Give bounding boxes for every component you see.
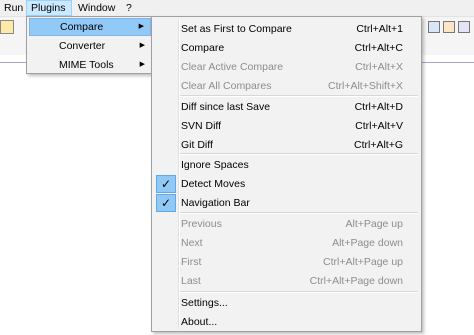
- menu-item-label: First: [181, 256, 202, 268]
- menu-run[interactable]: Run: [0, 0, 27, 16]
- compare-menu-item-compare[interactable]: Compare Ctrl+Alt+C: [154, 39, 419, 57]
- plugins-menu-item-converter[interactable]: Converter ▶: [29, 37, 151, 55]
- menu-separator: [180, 95, 418, 97]
- submenu-arrow-icon: ▶: [139, 42, 145, 49]
- compare-menu-item-set-as-first-to-compare[interactable]: Set as First to Compare Ctrl+Alt+1: [154, 20, 419, 38]
- toolbar-icon[interactable]: [443, 21, 455, 33]
- menu-item-label: Converter: [59, 40, 106, 52]
- plugins-menu-item-mime-tools[interactable]: MIME Tools ▶: [29, 56, 151, 74]
- menu-item-label: Compare: [181, 42, 225, 54]
- menu-item-shortcut: Alt+Page up: [345, 218, 403, 230]
- compare-menu-item-last[interactable]: Last Ctrl+Alt+Page down: [154, 272, 419, 290]
- menu-bar: Run Plugins Window ?: [0, 0, 474, 17]
- menu-item-label: Clear All Compares: [181, 80, 272, 92]
- compare-menu-item-clear-active-compare[interactable]: Clear Active Compare Ctrl+Alt+X: [154, 58, 419, 76]
- menu-item-label: Diff since last Save: [181, 101, 271, 113]
- toolbar-icon[interactable]: [0, 20, 14, 34]
- compare-menu-item-first[interactable]: First Ctrl+Alt+Page up: [154, 253, 419, 271]
- menu-item-label: Settings...: [181, 297, 228, 309]
- compare-menu-item-svn-diff[interactable]: SVN Diff Ctrl+Alt+V: [154, 117, 419, 135]
- compare-menu-item-navigation-bar[interactable]: ✓ Navigation Bar: [154, 194, 419, 212]
- menu-item-shortcut: Ctrl+Alt+D: [354, 101, 403, 113]
- menu-item-label: Clear Active Compare: [181, 61, 284, 73]
- compare-menu-item-git-diff[interactable]: Git Diff Ctrl+Alt+G: [154, 136, 419, 154]
- menu-item-label: Set as First to Compare: [181, 23, 292, 35]
- menu-plugins[interactable]: Plugins: [26, 0, 72, 16]
- checkmark-icon: ✓: [156, 175, 176, 193]
- menu-item-label: Compare: [60, 21, 104, 33]
- submenu-arrow-icon: ▶: [138, 23, 144, 30]
- menu-item-shortcut: Alt+Page down: [332, 237, 403, 249]
- menu-separator: [180, 212, 418, 214]
- toolbar-icon[interactable]: [428, 21, 440, 33]
- menu-item-label: Last: [181, 275, 201, 287]
- menu-item-label: Ignore Spaces: [181, 159, 249, 171]
- compare-menu-item-settings[interactable]: Settings...: [154, 294, 419, 312]
- menu-item-label: Git Diff: [181, 139, 213, 151]
- compare-menu-item-next[interactable]: Next Alt+Page down: [154, 234, 419, 252]
- plugins-menu-item-compare[interactable]: Compare ▶: [29, 18, 151, 36]
- toolbar-right-icons: [428, 21, 473, 33]
- menu-item-label: SVN Diff: [181, 120, 222, 132]
- toolbar-icon[interactable]: [458, 21, 470, 33]
- compare-menu-item-diff-since-last-save[interactable]: Diff since last Save Ctrl+Alt+D: [154, 98, 419, 116]
- compare-menu-item-detect-moves[interactable]: ✓ Detect Moves: [154, 175, 419, 193]
- menu-item-label: Navigation Bar: [181, 197, 250, 209]
- plugins-dropdown: Compare ▶ Converter ▶ MIME Tools ▶: [26, 16, 154, 74]
- menu-item-label: Detect Moves: [181, 178, 246, 190]
- compare-menu-item-clear-all-compares[interactable]: Clear All Compares Ctrl+Alt+Shift+X: [154, 77, 419, 95]
- menu-item-shortcut: Ctrl+Alt+Shift+X: [328, 80, 403, 92]
- checkmark-icon: ✓: [156, 194, 176, 212]
- menu-item-label: MIME Tools: [59, 59, 114, 71]
- compare-menu-item-previous[interactable]: Previous Alt+Page up: [154, 215, 419, 233]
- menu-item-label: Next: [181, 237, 203, 249]
- compare-menu-item-about[interactable]: About...: [154, 313, 419, 331]
- menu-item-shortcut: Ctrl+Alt+Page down: [309, 275, 403, 287]
- menu-item-shortcut: Ctrl+Alt+V: [355, 120, 403, 132]
- submenu-arrow-icon: ▶: [139, 61, 145, 68]
- menu-item-shortcut: Ctrl+Alt+C: [354, 42, 403, 54]
- menu-item-shortcut: Ctrl+Alt+1: [356, 23, 403, 35]
- menu-help[interactable]: ?: [122, 0, 136, 16]
- menu-window[interactable]: Window: [74, 0, 119, 16]
- menu-item-shortcut: Ctrl+Alt+Page up: [323, 256, 403, 268]
- menu-item-shortcut: Ctrl+Alt+X: [355, 61, 403, 73]
- menu-separator: [180, 153, 418, 155]
- compare-submenu: Set as First to Compare Ctrl+Alt+1 Compare…: [151, 16, 422, 332]
- menu-item-label: About...: [181, 316, 218, 328]
- menu-separator: [180, 291, 418, 293]
- menu-item-shortcut: Ctrl+Alt+G: [353, 139, 403, 151]
- menu-item-label: Previous: [181, 218, 222, 230]
- compare-menu-item-ignore-spaces[interactable]: Ignore Spaces: [154, 156, 419, 174]
